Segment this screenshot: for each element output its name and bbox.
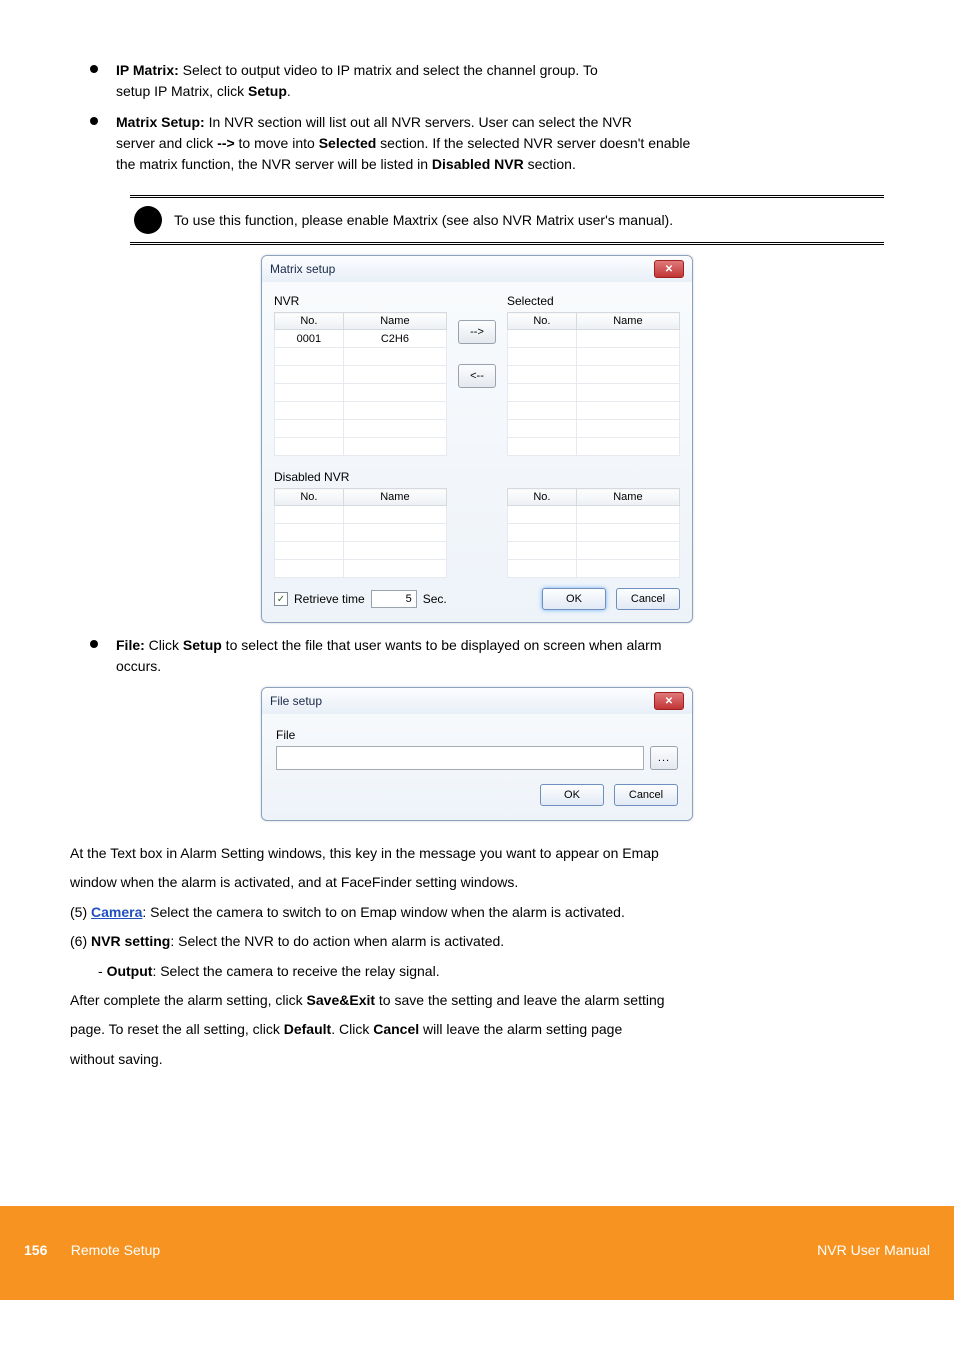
browse-button[interactable]: ... [650,746,678,770]
matrix-setup-dialog: Matrix setup ✕ NVR No. Name 0001 C2H6 [261,255,693,623]
footer-left: Remote Setup [71,1242,161,1258]
dialog-title: File setup [270,694,322,708]
dialog-title: Matrix setup [270,262,335,276]
move-left-button[interactable]: <-- [458,364,496,388]
col-no: No. [508,489,577,506]
file-setup-dialog: File setup ✕ File ... OK Cancel [261,687,693,821]
retrieve-time-checkbox[interactable]: ✓ [274,592,288,606]
bullet-dot [90,640,98,648]
disabled-selected-table[interactable]: No. Name [507,488,680,578]
col-no: No. [275,489,344,506]
ok-button[interactable]: OK [542,588,606,610]
selected-label: Selected [507,294,680,308]
disabled-nvr-label: Disabled NVR [274,470,447,484]
bullet-text-2: Matrix Setup: In NVR section will list o… [116,112,884,175]
close-icon[interactable]: ✕ [654,260,684,278]
ok-button[interactable]: OK [540,784,604,806]
cancel-button[interactable]: Cancel [616,588,680,610]
note-icon [134,206,162,234]
col-name: Name [576,489,679,506]
selected-table[interactable]: No. Name [507,312,680,456]
close-icon[interactable]: ✕ [654,692,684,710]
file-label: File [276,728,678,742]
note-block: To use this function, please enable Maxt… [130,195,884,245]
move-right-button[interactable]: --> [458,320,496,344]
bullet-dot [90,65,98,73]
table-row: 0001 C2H6 [275,330,447,348]
bullet-text-1: IP Matrix: Select to output video to IP … [116,60,884,102]
file-path-input[interactable] [276,746,644,770]
col-name: Name [343,313,446,330]
bullet-dot [90,117,98,125]
col-no: No. [275,313,344,330]
page-number: 156 [24,1242,47,1258]
footer-right: NVR User Manual [817,1242,930,1258]
col-name: Name [343,489,446,506]
nvr-label: NVR [274,294,447,308]
sec-label: Sec. [423,592,447,606]
cancel-button[interactable]: Cancel [614,784,678,806]
col-no: No. [508,313,577,330]
retrieve-time-input[interactable] [371,590,417,608]
disabled-nvr-table[interactable]: No. Name [274,488,447,578]
note-text: To use this function, please enable Maxt… [174,211,673,229]
footer: 156 Remote Setup NVR User Manual [0,1206,954,1300]
col-name: Name [576,313,679,330]
retrieve-time-label: Retrieve time [294,592,365,606]
body-paragraphs: At the Text box in Alarm Setting windows… [70,839,884,1074]
nvr-table[interactable]: No. Name 0001 C2H6 [274,312,447,456]
bullet-text-3: File: Click Setup to select the file tha… [116,635,884,677]
